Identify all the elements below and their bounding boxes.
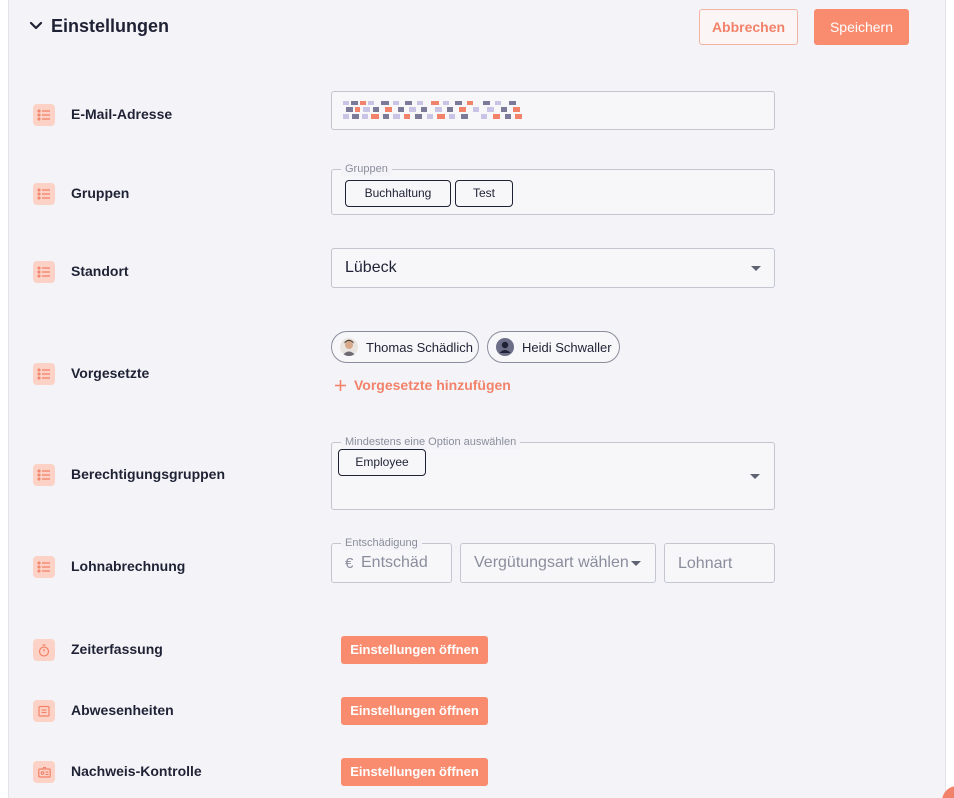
compensation-type-select[interactable]: Vergütungsart wählen (460, 543, 656, 583)
add-supervisor-button[interactable]: Vorgesetzte hinzufügen (335, 377, 511, 393)
avatar (340, 338, 358, 356)
plus-icon (335, 380, 346, 391)
calendar-icon (33, 700, 55, 722)
list-icon (33, 104, 55, 126)
compensation-placeholder: Entschäd (361, 554, 428, 571)
stopwatch-icon (33, 639, 55, 661)
permission-chip[interactable]: Employee (338, 449, 426, 476)
groups-legend: Gruppen (341, 162, 392, 176)
location-label: Standort (71, 263, 129, 279)
id-card-icon (33, 761, 55, 783)
chevron-down-icon[interactable] (28, 18, 44, 34)
groups-label: Gruppen (71, 185, 130, 201)
list-icon (33, 183, 55, 205)
redacted-email-value (343, 101, 522, 119)
cancel-button[interactable]: Abbrechen (699, 9, 798, 45)
location-select[interactable]: Lübeck (331, 248, 775, 288)
currency-symbol: € (345, 555, 354, 572)
open-absences-settings-button[interactable]: Einstellungen öffnen (341, 697, 488, 725)
proof-control-label: Nachweis-Kontrolle (71, 763, 202, 779)
list-icon (33, 464, 55, 486)
email-label: E-Mail-Adresse (71, 106, 173, 122)
wage-type-placeholder: Lohnart (678, 555, 733, 572)
compensation-type-placeholder: Vergütungsart wählen (474, 554, 629, 571)
caret-down-icon (750, 474, 760, 479)
supervisor-chip[interactable]: Heidi Schwaller (487, 331, 620, 363)
group-chip[interactable]: Buchhaltung (345, 180, 451, 207)
time-tracking-label: Zeiterfassung (71, 641, 163, 657)
section-title: Einstellungen (51, 16, 170, 36)
location-value: Lübeck (345, 259, 397, 276)
supervisor-name: Thomas Schädlich (366, 339, 473, 355)
group-chip[interactable]: Test (455, 180, 513, 207)
supervisor-chip[interactable]: Thomas Schädlich (331, 331, 479, 363)
open-time-tracking-settings-button[interactable]: Einstellungen öffnen (341, 636, 488, 664)
open-proof-control-settings-button[interactable]: Einstellungen öffnen (341, 758, 488, 786)
list-icon (33, 363, 55, 385)
list-icon (33, 261, 55, 283)
supervisor-name: Heidi Schwaller (522, 339, 612, 355)
payroll-label: Lohnabrechnung (71, 558, 186, 574)
permissions-label: Berechtigungsgruppen (71, 466, 226, 482)
user-placeholder-icon (496, 338, 514, 356)
wage-type-input[interactable]: Lohnart (664, 543, 775, 583)
groups-field[interactable]: Gruppen Buchhaltung Test (331, 162, 775, 215)
permissions-legend: Mindestens eine Option auswählen (341, 435, 521, 449)
caret-down-icon (631, 561, 641, 566)
absences-label: Abwesenheiten (71, 702, 174, 718)
compensation-legend: Entschädigung (341, 536, 422, 550)
add-supervisor-label: Vorgesetzte hinzufügen (354, 377, 511, 393)
list-icon (33, 556, 55, 578)
supervisors-label: Vorgesetzte (71, 365, 150, 381)
compensation-input[interactable]: Entschädigung € Entschäd (331, 536, 452, 583)
permissions-select[interactable]: Mindestens eine Option auswählen Employe… (331, 435, 775, 510)
caret-down-icon (751, 266, 761, 271)
email-field[interactable] (331, 91, 775, 130)
save-button[interactable]: Speichern (814, 9, 909, 45)
